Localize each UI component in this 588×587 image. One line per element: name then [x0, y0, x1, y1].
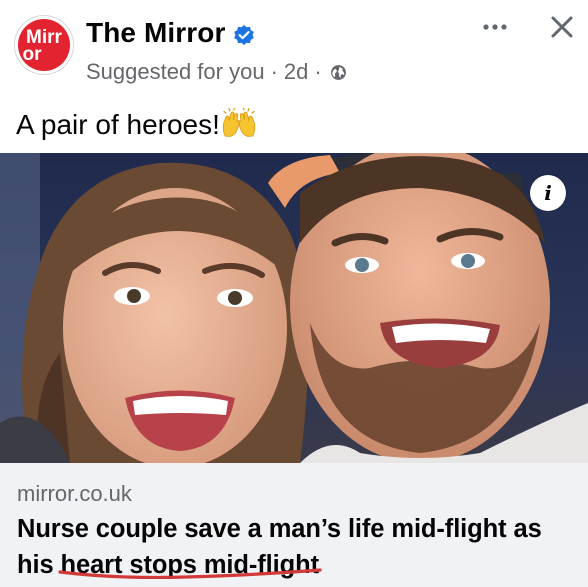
couple-selfie-image	[0, 153, 588, 463]
close-button[interactable]	[545, 10, 579, 44]
close-icon	[551, 16, 573, 38]
globe-icon[interactable]	[330, 64, 347, 81]
post-text: A pair of heroes!	[16, 108, 258, 141]
info-icon: i	[544, 181, 552, 205]
page-avatar[interactable]: Mirr or	[14, 15, 74, 75]
mirror-logo: Mirr or	[18, 19, 70, 71]
info-button[interactable]: i	[530, 175, 566, 211]
meta-separator: ·	[270, 59, 278, 84]
post-photo[interactable]	[0, 153, 588, 463]
avatar-logo-text-bottom: or	[23, 44, 43, 65]
more-options-icon	[483, 24, 507, 30]
raising-hands-emoji	[222, 108, 256, 137]
verified-badge-icon	[234, 25, 254, 45]
post-meta: Suggested for you · 2d ·	[86, 59, 347, 85]
link-domain: mirror.co.uk	[17, 481, 132, 506]
meta-separator-2: ·	[314, 59, 322, 84]
more-options-button[interactable]	[478, 12, 512, 42]
suggested-label: Suggested for you	[86, 59, 265, 84]
red-underline-annotation	[58, 568, 322, 580]
page-name[interactable]: The Mirror	[86, 17, 225, 49]
post-text-content: A pair of heroes!	[16, 109, 220, 140]
post-header: Mirr or The Mirror Suggested for you · 2…	[0, 0, 588, 100]
post-timestamp[interactable]: 2d	[284, 59, 308, 85]
